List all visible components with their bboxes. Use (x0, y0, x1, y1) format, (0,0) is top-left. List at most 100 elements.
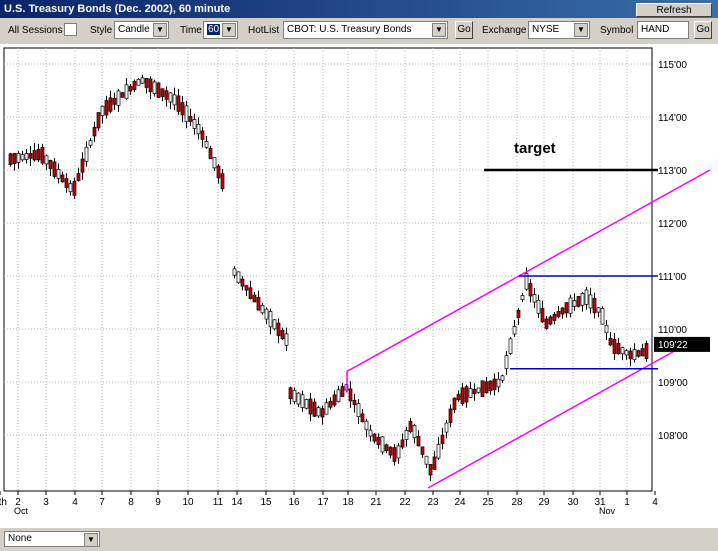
candle-body (528, 283, 533, 297)
x-tick-label: 30 (567, 497, 579, 508)
candle-body (448, 408, 453, 423)
y-tick-label: 110'00 (658, 325, 687, 336)
month-label: Oct (14, 506, 29, 516)
refresh-button[interactable]: Refresh (636, 3, 712, 17)
candle-body (596, 307, 601, 313)
all-sessions-checkbox[interactable] (64, 23, 77, 36)
candle-body (412, 425, 417, 439)
symbol-go-button[interactable]: Go (694, 21, 712, 39)
candle-body (64, 178, 69, 188)
candle-body (356, 403, 361, 418)
all-sessions-label: All Sessions (8, 25, 63, 36)
target-annotation: target (514, 140, 556, 157)
candle-body (360, 413, 365, 423)
candle-body (136, 79, 141, 86)
candle-body (312, 401, 317, 417)
symbol-input[interactable]: HAND (637, 21, 689, 39)
candle-body (508, 338, 513, 354)
chevron-down-icon[interactable]: ▼ (432, 23, 446, 37)
candle-body (16, 153, 21, 163)
candle-body (424, 455, 429, 465)
candle-body (216, 165, 221, 179)
chart-area[interactable]: target 109'22 115'00 114'00 113'00 112'00 111… (0, 44, 718, 528)
candle-body (316, 407, 321, 417)
candle-body (488, 380, 493, 392)
candle-body (636, 350, 641, 357)
chevron-down-icon[interactable]: ▼ (574, 23, 588, 37)
x-tick-label: 11 (213, 497, 224, 508)
price-chart[interactable]: target109'22 115'00114'00113'00112'00111… (0, 44, 718, 528)
x-tick-label: 3 (43, 497, 49, 508)
x-tick-label: 14 (231, 497, 243, 508)
candle-body (304, 399, 309, 409)
overlay-select[interactable]: None ▼ (4, 531, 100, 547)
candle-body (36, 148, 41, 161)
status-bar: None ▼ (0, 528, 718, 551)
candle-body (320, 408, 325, 418)
candle-body (112, 97, 117, 105)
symbol-label: Symbol (600, 25, 634, 36)
candle-body (24, 153, 29, 160)
candle-body (624, 350, 629, 356)
candle-body (452, 397, 457, 410)
candle-body (12, 153, 17, 164)
channel-lower-line (427, 338, 696, 489)
candle-body (500, 375, 505, 381)
window-title: U.S. Treasury Bonds (Dec. 2002), 60 minu… (4, 3, 231, 15)
x-tick-label: 9 (155, 497, 161, 508)
candle-body (492, 378, 497, 391)
candle-body (156, 82, 161, 98)
candle-body (504, 355, 509, 370)
candle-body (32, 150, 37, 161)
candle-body (260, 304, 265, 314)
candle-body (52, 161, 57, 177)
chevron-down-icon[interactable]: ▼ (222, 23, 236, 37)
candle-body (468, 388, 473, 398)
candle-body (556, 311, 561, 318)
y-tick-label: 113'00 (658, 166, 687, 177)
candle-body (380, 436, 385, 453)
chevron-down-icon[interactable]: ▼ (153, 23, 167, 37)
chevron-down-icon[interactable]: ▼ (84, 533, 98, 547)
x-tick-label: 7 (99, 497, 105, 508)
candle-body (516, 309, 521, 318)
candle-body (28, 153, 33, 159)
style-select[interactable]: Candle ▼ (114, 21, 169, 39)
toolbar: All Sessions Style Candle ▼ Time 60 ▼ Ho… (0, 18, 718, 44)
hotlist-select[interactable]: CBOT: U.S. Treasury Bonds ▼ (283, 21, 448, 39)
candle-body (396, 445, 401, 459)
candle-body (76, 173, 81, 181)
time-select[interactable]: 60 ▼ (203, 21, 238, 39)
candle-body (392, 447, 397, 462)
candle-body (604, 324, 609, 334)
candle-body (80, 158, 85, 173)
candle-body (480, 380, 485, 398)
candle-body (240, 278, 245, 287)
candle-body (44, 155, 49, 165)
candle-body (588, 294, 593, 309)
candle-body (248, 287, 253, 299)
candle-body (288, 387, 293, 400)
candle-body (540, 308, 545, 323)
y-tick-label: 108'00 (658, 431, 688, 442)
x-tick-label: 23 (427, 497, 439, 508)
candle-body (580, 293, 585, 306)
candle-body (212, 157, 217, 169)
candle-body (140, 77, 145, 84)
x-tick-label: 15 (260, 497, 272, 508)
candle-body (432, 456, 437, 470)
x-tick-label: 17 (317, 497, 329, 508)
time-value: 60 (207, 24, 221, 35)
candle-body (184, 105, 189, 123)
candle-body (476, 387, 481, 393)
exchange-select[interactable]: NYSE ▼ (528, 21, 590, 39)
hotlist-go-button[interactable]: Go (455, 21, 473, 39)
hotlist-label: HotList (248, 25, 280, 36)
candle-body (600, 308, 605, 325)
candle-body (332, 394, 337, 406)
candle-body (308, 398, 313, 415)
candle-body (544, 318, 549, 329)
candle-body (440, 434, 445, 445)
y-tick-label: 111'00 (658, 272, 687, 283)
candle-body (128, 85, 133, 92)
